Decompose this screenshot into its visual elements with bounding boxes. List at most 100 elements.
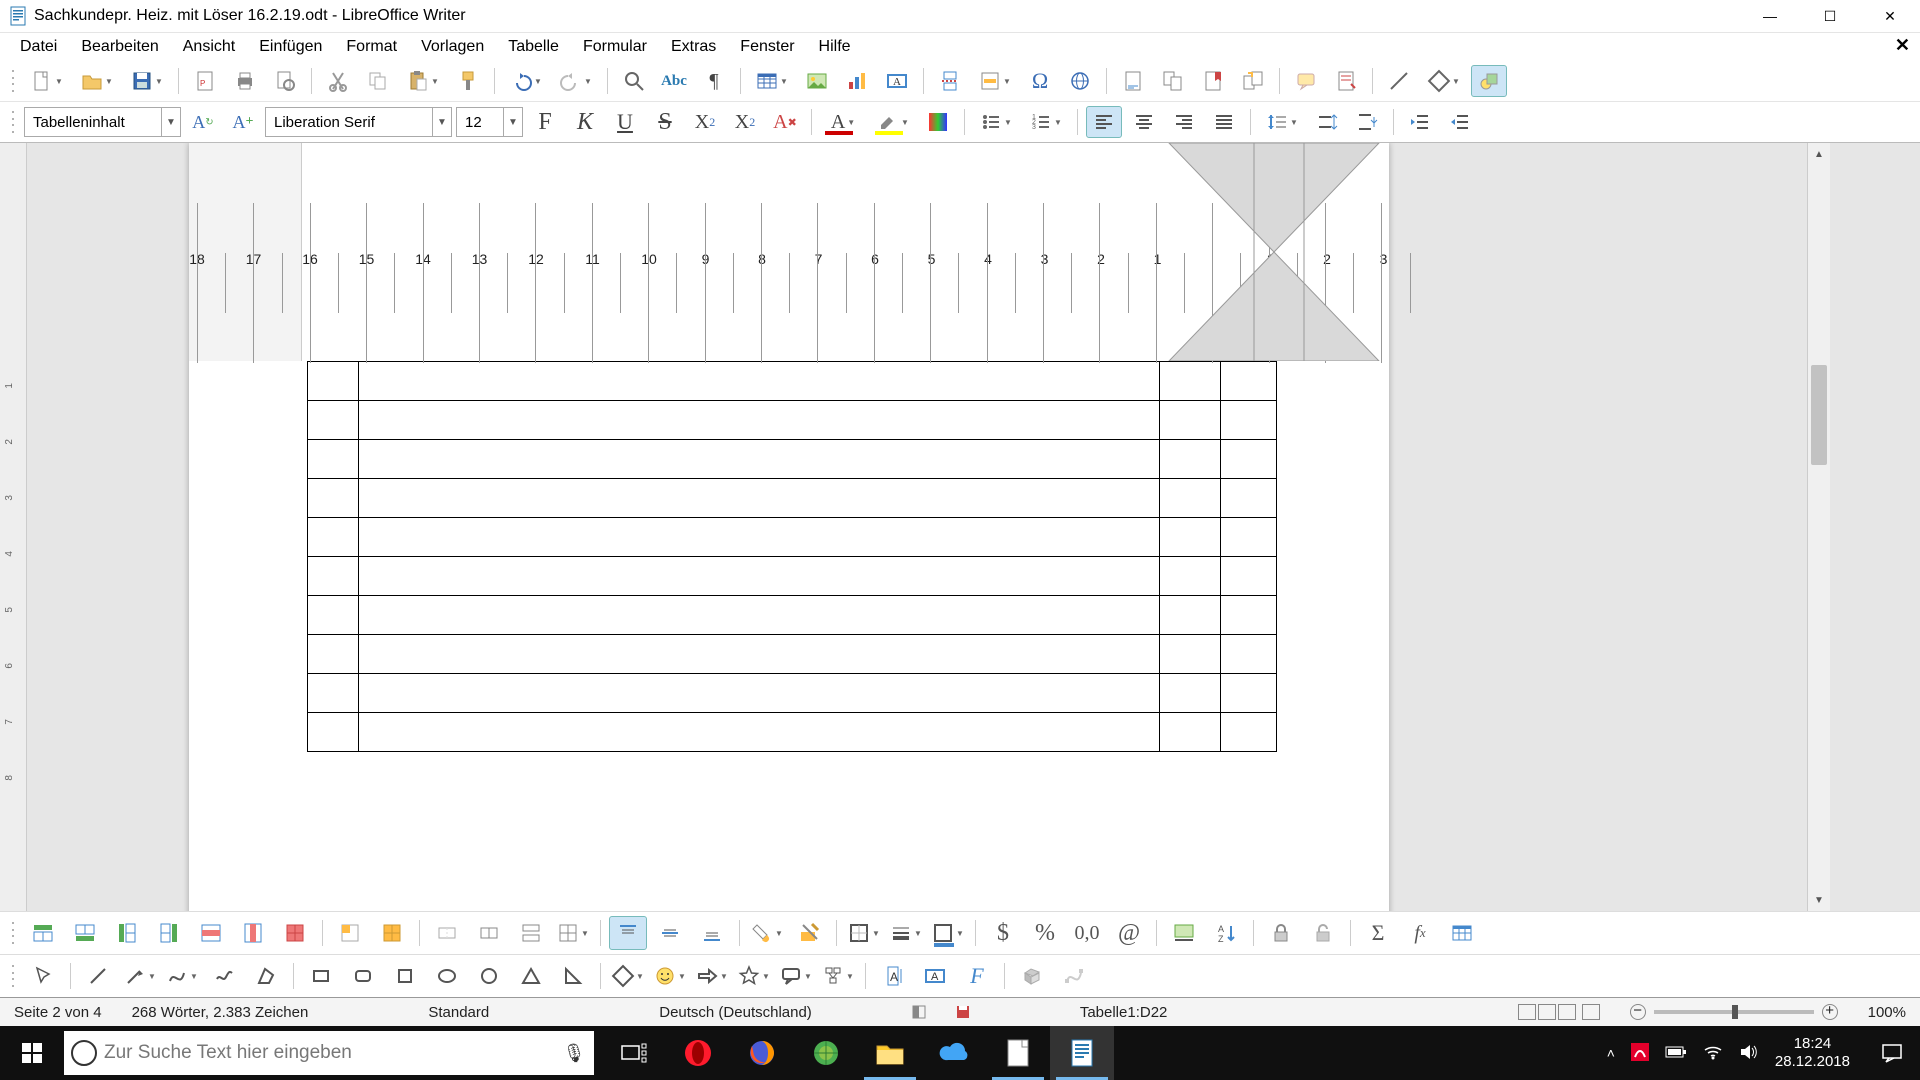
cut-button[interactable] [320,65,356,97]
zoom-slider[interactable]: − + [1630,1004,1838,1020]
table-cell[interactable] [1160,518,1221,557]
insert-text-box-button[interactable]: A [916,959,954,993]
formatting-marks-button[interactable]: ¶ [696,65,732,97]
table-cell[interactable] [1160,713,1221,752]
table-row[interactable] [308,362,1277,401]
insert-field-button[interactable]: ▼ [972,65,1018,97]
table-row[interactable] [308,557,1277,596]
scroll-down-icon[interactable]: ▼ [1808,889,1830,911]
system-tray[interactable]: ˄ 18:24 28.12.2018 [1593,1035,1864,1071]
menu-insert[interactable]: Einfügen [247,34,334,60]
table-cell[interactable] [1160,596,1221,635]
stars-button[interactable]: ▼ [735,959,773,993]
table-cell[interactable] [1221,596,1277,635]
insert-bookmark-button[interactable] [1195,65,1231,97]
action-center-button[interactable] [1864,1026,1920,1080]
horizontal-ruler[interactable]: 181716151413121110987654321123 [189,143,1389,361]
chevron-down-icon[interactable]: ▼ [432,108,451,136]
tray-clock[interactable]: 18:24 28.12.2018 [1775,1035,1850,1071]
rounded-rect-button[interactable] [344,959,382,993]
underline-button[interactable]: U [607,106,643,138]
split-cells-button[interactable] [470,916,508,950]
table-cell[interactable] [359,557,1160,596]
table-cell[interactable] [1221,518,1277,557]
font-color-button[interactable]: A▼ [820,106,866,138]
print-preview-button[interactable] [267,65,303,97]
window-maximize-button[interactable]: ☐ [1800,0,1860,32]
delete-col-button[interactable] [234,916,272,950]
polygon-button[interactable] [247,959,285,993]
table-cell[interactable] [308,518,359,557]
right-triangle-button[interactable] [554,959,592,993]
lines-arrows-button[interactable]: ▼ [121,959,159,993]
status-language[interactable]: Deutsch (Deutschland) [659,1004,812,1021]
table-cell[interactable] [308,713,359,752]
table-row[interactable] [308,518,1277,557]
microphone-icon[interactable]: 🎙 [554,1043,594,1064]
vertical-text-button[interactable]: A [874,959,912,993]
freeform-line-button[interactable] [205,959,243,993]
select-tool-button[interactable] [24,959,62,993]
menu-format[interactable]: Format [334,34,409,60]
task-view-button[interactable] [602,1026,666,1080]
status-page[interactable]: Seite 2 von 4 [14,1004,102,1021]
edit-points-button[interactable] [1055,959,1093,993]
table-row[interactable] [308,401,1277,440]
table-row[interactable] [308,440,1277,479]
insert-chart-button[interactable] [839,65,875,97]
curves-button[interactable]: ▼ [163,959,201,993]
zoom-out-icon[interactable]: − [1630,1004,1646,1020]
table-cell[interactable] [1221,557,1277,596]
table-cell[interactable] [1160,674,1221,713]
menu-window[interactable]: Fenster [728,34,806,60]
status-word-count[interactable]: 268 Wörter, 2.383 Zeichen [132,1004,309,1021]
doc-modified-icon[interactable] [956,1005,970,1019]
table-cell[interactable] [1221,401,1277,440]
italic-button[interactable]: K [567,106,603,138]
window-minimize-button[interactable]: — [1740,0,1800,32]
paste-button[interactable]: ▼ [400,65,446,97]
split-table-button[interactable] [512,916,550,950]
table-cell[interactable] [1221,479,1277,518]
new-document-button[interactable]: ▼ [24,65,70,97]
new-style-button[interactable]: A+ [225,106,261,138]
track-changes-button[interactable] [1328,65,1364,97]
table-cell[interactable] [359,635,1160,674]
font-name-input[interactable] [266,110,432,134]
line-tool-button[interactable] [79,959,117,993]
taskbar-app-explorer[interactable] [858,1026,922,1080]
formula-button[interactable]: fx [1401,916,1439,950]
taskbar-app-firefox[interactable] [730,1026,794,1080]
view-layout-buttons[interactable] [1518,1004,1600,1020]
decrease-spacing-button[interactable] [1349,106,1385,138]
start-button[interactable] [0,1026,64,1080]
insert-col-left-button[interactable] [108,916,146,950]
number-format-currency-button[interactable]: $ [984,916,1022,950]
tray-battery-icon[interactable] [1665,1045,1687,1062]
strikethrough-button[interactable]: S [647,106,683,138]
align-right-button[interactable] [1166,106,1202,138]
insert-table-button[interactable]: ▼ [749,65,795,97]
basic-shapes-gallery-button[interactable]: ▼ [609,959,647,993]
sort-button[interactable]: AZ [1207,916,1245,950]
protect-cells-button[interactable] [1262,916,1300,950]
subscript-button[interactable]: X2 [727,106,763,138]
align-justify-button[interactable] [1206,106,1242,138]
number-format-percent-button[interactable]: % [1026,916,1064,950]
ellipse-button[interactable] [428,959,466,993]
table-row[interactable] [308,635,1277,674]
toggle-extrusion-button[interactable] [1013,959,1051,993]
bullet-list-button[interactable]: ▼ [973,106,1019,138]
square-button[interactable] [386,959,424,993]
insert-row-below-button[interactable] [66,916,104,950]
spellcheck-button[interactable]: Abc [656,65,692,97]
tray-avira-icon[interactable] [1631,1043,1649,1064]
menu-view[interactable]: Ansicht [171,34,247,60]
table-cell[interactable] [1221,635,1277,674]
menu-help[interactable]: Hilfe [807,34,863,60]
decrease-indent-button[interactable] [1442,106,1478,138]
table-cell[interactable] [1221,440,1277,479]
table-cell[interactable] [1221,362,1277,401]
table-cell[interactable] [308,596,359,635]
rectangle-button[interactable] [302,959,340,993]
